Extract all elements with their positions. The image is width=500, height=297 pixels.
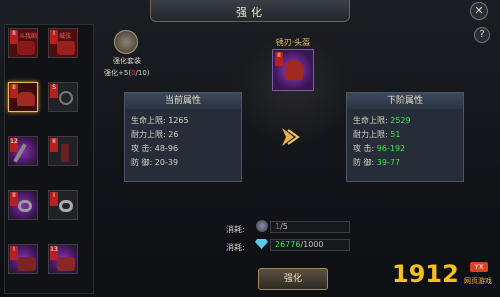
slot-tier-tag: 12 bbox=[10, 138, 18, 152]
diamond-icon bbox=[255, 238, 268, 249]
current-row-stamina: 耐力上限: 26 bbox=[131, 129, 178, 140]
ring-icon bbox=[59, 200, 73, 212]
attr-label: 攻 击: bbox=[131, 144, 153, 153]
slot-tier-tag: II bbox=[50, 138, 58, 152]
cost-label-stone: 消耗: bbox=[226, 225, 245, 234]
attr-value: 39-77 bbox=[376, 158, 401, 167]
title-bar: 强化 bbox=[150, 0, 350, 22]
site-watermark-logo: 1912 YX 网页游戏 bbox=[392, 258, 496, 294]
current-row-hp: 生命上限: 1265 bbox=[131, 115, 189, 126]
attr-value: 2529 bbox=[390, 116, 411, 125]
equipment-slot-helmet[interactable]: II bbox=[8, 82, 38, 112]
attr-label: 攻 击: bbox=[353, 144, 375, 153]
cost-rest: /1000 bbox=[300, 240, 324, 249]
item-name: 锈刃·头盔 bbox=[275, 38, 311, 47]
attr-label: 耐力上限: bbox=[353, 130, 388, 139]
stone-icon bbox=[256, 220, 268, 232]
equipment-slot-1[interactable]: II 斗我剧 bbox=[8, 28, 38, 58]
slot-tier-tag: II bbox=[275, 52, 283, 66]
close-button[interactable]: ✕ bbox=[470, 2, 488, 20]
cost-rest: /5 bbox=[280, 222, 288, 231]
window-title: 强化 bbox=[236, 6, 266, 19]
slot-badge: 斗我剧 bbox=[19, 33, 38, 40]
help-button[interactable]: ? bbox=[474, 27, 490, 43]
equipment-slot-necklace[interactable]: S bbox=[48, 82, 78, 112]
next-row-attack: 攻 击: 96-192 bbox=[353, 143, 405, 154]
suit-progress-prefix: 强化+5( bbox=[104, 69, 132, 77]
equipment-slot-weapon[interactable]: 12 bbox=[8, 136, 38, 166]
suit-label: 强化套装 bbox=[113, 57, 141, 65]
armor-icon bbox=[57, 41, 75, 55]
slot-badge: 城弦 bbox=[59, 33, 72, 40]
attr-value: 26 bbox=[168, 130, 179, 139]
watermark-site: 网页游戏 bbox=[464, 277, 492, 285]
watermark-badge: YX bbox=[470, 262, 488, 272]
current-row-attack: 攻 击: 48-96 bbox=[131, 143, 178, 154]
target-item-slot[interactable]: II bbox=[272, 49, 314, 91]
attr-label: 耐力上限: bbox=[131, 130, 166, 139]
equipment-slot-belt[interactable]: 13 bbox=[48, 244, 78, 274]
armor-icon bbox=[17, 41, 35, 55]
attr-value: 1265 bbox=[168, 116, 189, 125]
enhance-button[interactable]: 强化 bbox=[258, 268, 328, 290]
watermark-number: 1912 bbox=[392, 260, 459, 288]
helmet-icon bbox=[285, 60, 303, 80]
current-row-defense: 防 御: 20-39 bbox=[131, 157, 178, 168]
equipment-slot-ring-1[interactable]: II bbox=[8, 190, 38, 220]
slot-tier-tag: I bbox=[50, 192, 58, 206]
next-attributes-header: 下阶属性 bbox=[347, 93, 463, 109]
current-attributes-header: 当前属性 bbox=[125, 93, 241, 109]
upgrade-arrow-icon bbox=[276, 124, 302, 150]
suit-progress-suffix: /10) bbox=[135, 69, 150, 77]
suit-emblem-icon[interactable] bbox=[114, 30, 138, 54]
suit-progress: 强化+5(0/10) bbox=[104, 68, 150, 78]
attr-value: 96-192 bbox=[376, 144, 406, 153]
equipment-slot-boots[interactable]: I bbox=[8, 244, 38, 274]
necklace-icon bbox=[59, 91, 73, 105]
attr-label: 防 御: bbox=[131, 158, 153, 167]
next-row-defense: 防 御: 39-77 bbox=[353, 157, 400, 168]
cost-bar-diamond: 26776/1000 bbox=[270, 239, 350, 251]
attr-label: 生命上限: bbox=[131, 116, 166, 125]
attr-value: 48-96 bbox=[154, 144, 179, 153]
boots-icon bbox=[18, 257, 36, 271]
bracer-icon bbox=[61, 144, 69, 162]
slot-tier-tag: S bbox=[50, 84, 58, 98]
current-attributes-panel: 当前属性 生命上限: 1265 耐力上限: 26 攻 击: 48-96 防 御:… bbox=[124, 92, 242, 182]
belt-icon bbox=[57, 257, 75, 271]
cost-current: 26776 bbox=[275, 240, 301, 249]
next-attributes-panel: 下阶属性 生命上限: 2529 耐力上限: 51 攻 击: 96-192 防 御… bbox=[346, 92, 464, 182]
attr-value: 51 bbox=[390, 130, 401, 139]
attr-label: 防 御: bbox=[353, 158, 375, 167]
equipment-slot-ring-2[interactable]: I bbox=[48, 190, 78, 220]
attr-label: 生命上限: bbox=[353, 116, 388, 125]
helmet-icon bbox=[17, 92, 35, 106]
equipment-slot-bracer[interactable]: II bbox=[48, 136, 78, 166]
ring-icon bbox=[18, 200, 32, 212]
equipment-slot-2[interactable]: I 城弦 bbox=[48, 28, 78, 58]
cost-label-diamond: 消耗: bbox=[226, 243, 245, 252]
cost-bar-stone: 1/5 bbox=[270, 221, 350, 233]
attr-value: 20-39 bbox=[154, 158, 179, 167]
slot-tier-tag: I bbox=[10, 246, 18, 260]
next-row-stamina: 耐力上限: 51 bbox=[353, 129, 400, 140]
slot-tier-tag: II bbox=[10, 192, 18, 206]
next-row-hp: 生命上限: 2529 bbox=[353, 115, 411, 126]
